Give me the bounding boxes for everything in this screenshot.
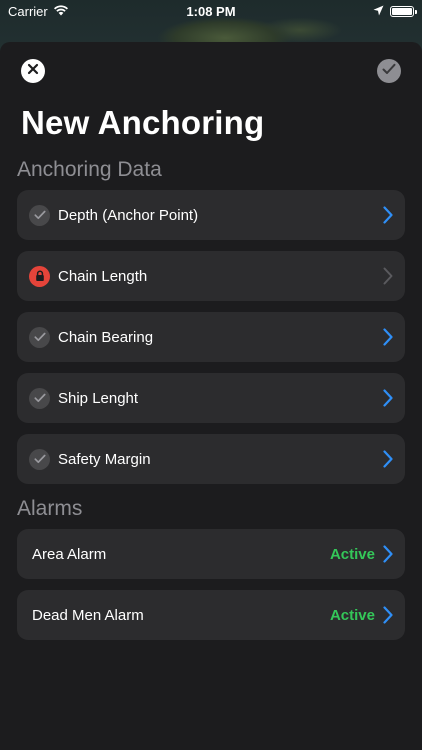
chevron-right-icon bbox=[381, 327, 395, 347]
row-area-alarm[interactable]: Area Alarm Active bbox=[17, 529, 405, 579]
lock-icon bbox=[29, 265, 50, 287]
checkmark-icon bbox=[382, 62, 396, 80]
chevron-right-icon bbox=[381, 205, 395, 225]
carrier-label: Carrier bbox=[8, 3, 48, 19]
status-badge: Active bbox=[329, 606, 375, 624]
section-header-anchoring-data: Anchoring Data bbox=[17, 158, 162, 181]
close-button[interactable] bbox=[21, 59, 45, 83]
battery-icon bbox=[390, 5, 417, 17]
page-title: New Anchoring bbox=[21, 104, 265, 141]
row-safety-margin[interactable]: Safety Margin bbox=[17, 434, 405, 484]
chevron-right-icon bbox=[381, 266, 395, 286]
wifi-icon bbox=[53, 4, 69, 19]
done-button[interactable] bbox=[377, 59, 401, 83]
row-label: Ship Lenght bbox=[58, 389, 139, 407]
chevron-right-icon bbox=[381, 449, 395, 469]
check-icon bbox=[29, 326, 50, 348]
row-chain-bearing[interactable]: Chain Bearing bbox=[17, 312, 405, 362]
check-icon bbox=[29, 448, 50, 470]
location-arrow-icon bbox=[373, 4, 384, 19]
chevron-right-icon bbox=[381, 544, 395, 564]
row-dead-men-alarm[interactable]: Dead Men Alarm Active bbox=[17, 590, 405, 640]
row-label: Chain Length bbox=[58, 267, 148, 285]
modal-sheet: New Anchoring Anchoring Data Depth (Anch… bbox=[0, 42, 422, 750]
row-label: Area Alarm bbox=[32, 545, 107, 563]
row-chain-length[interactable]: Chain Length bbox=[17, 251, 405, 301]
close-icon bbox=[27, 62, 39, 80]
row-label: Safety Margin bbox=[58, 450, 151, 468]
chevron-right-icon bbox=[381, 388, 395, 408]
row-depth-anchor-point[interactable]: Depth (Anchor Point) bbox=[17, 190, 405, 240]
status-badge: Active bbox=[329, 545, 375, 563]
row-label: Dead Men Alarm bbox=[32, 606, 144, 624]
battery-fill bbox=[392, 7, 412, 15]
row-ship-length[interactable]: Ship Lenght bbox=[17, 373, 405, 423]
chevron-right-icon bbox=[381, 605, 395, 625]
row-label: Depth (Anchor Point) bbox=[58, 206, 199, 224]
status-bar: Carrier 1:08 PM bbox=[0, 0, 422, 22]
row-label: Chain Bearing bbox=[58, 328, 154, 346]
status-right-group bbox=[373, 4, 417, 19]
check-icon bbox=[29, 204, 50, 226]
carrier-group: Carrier bbox=[8, 4, 69, 19]
check-icon bbox=[29, 387, 50, 409]
section-header-alarms: Alarms bbox=[17, 497, 83, 520]
